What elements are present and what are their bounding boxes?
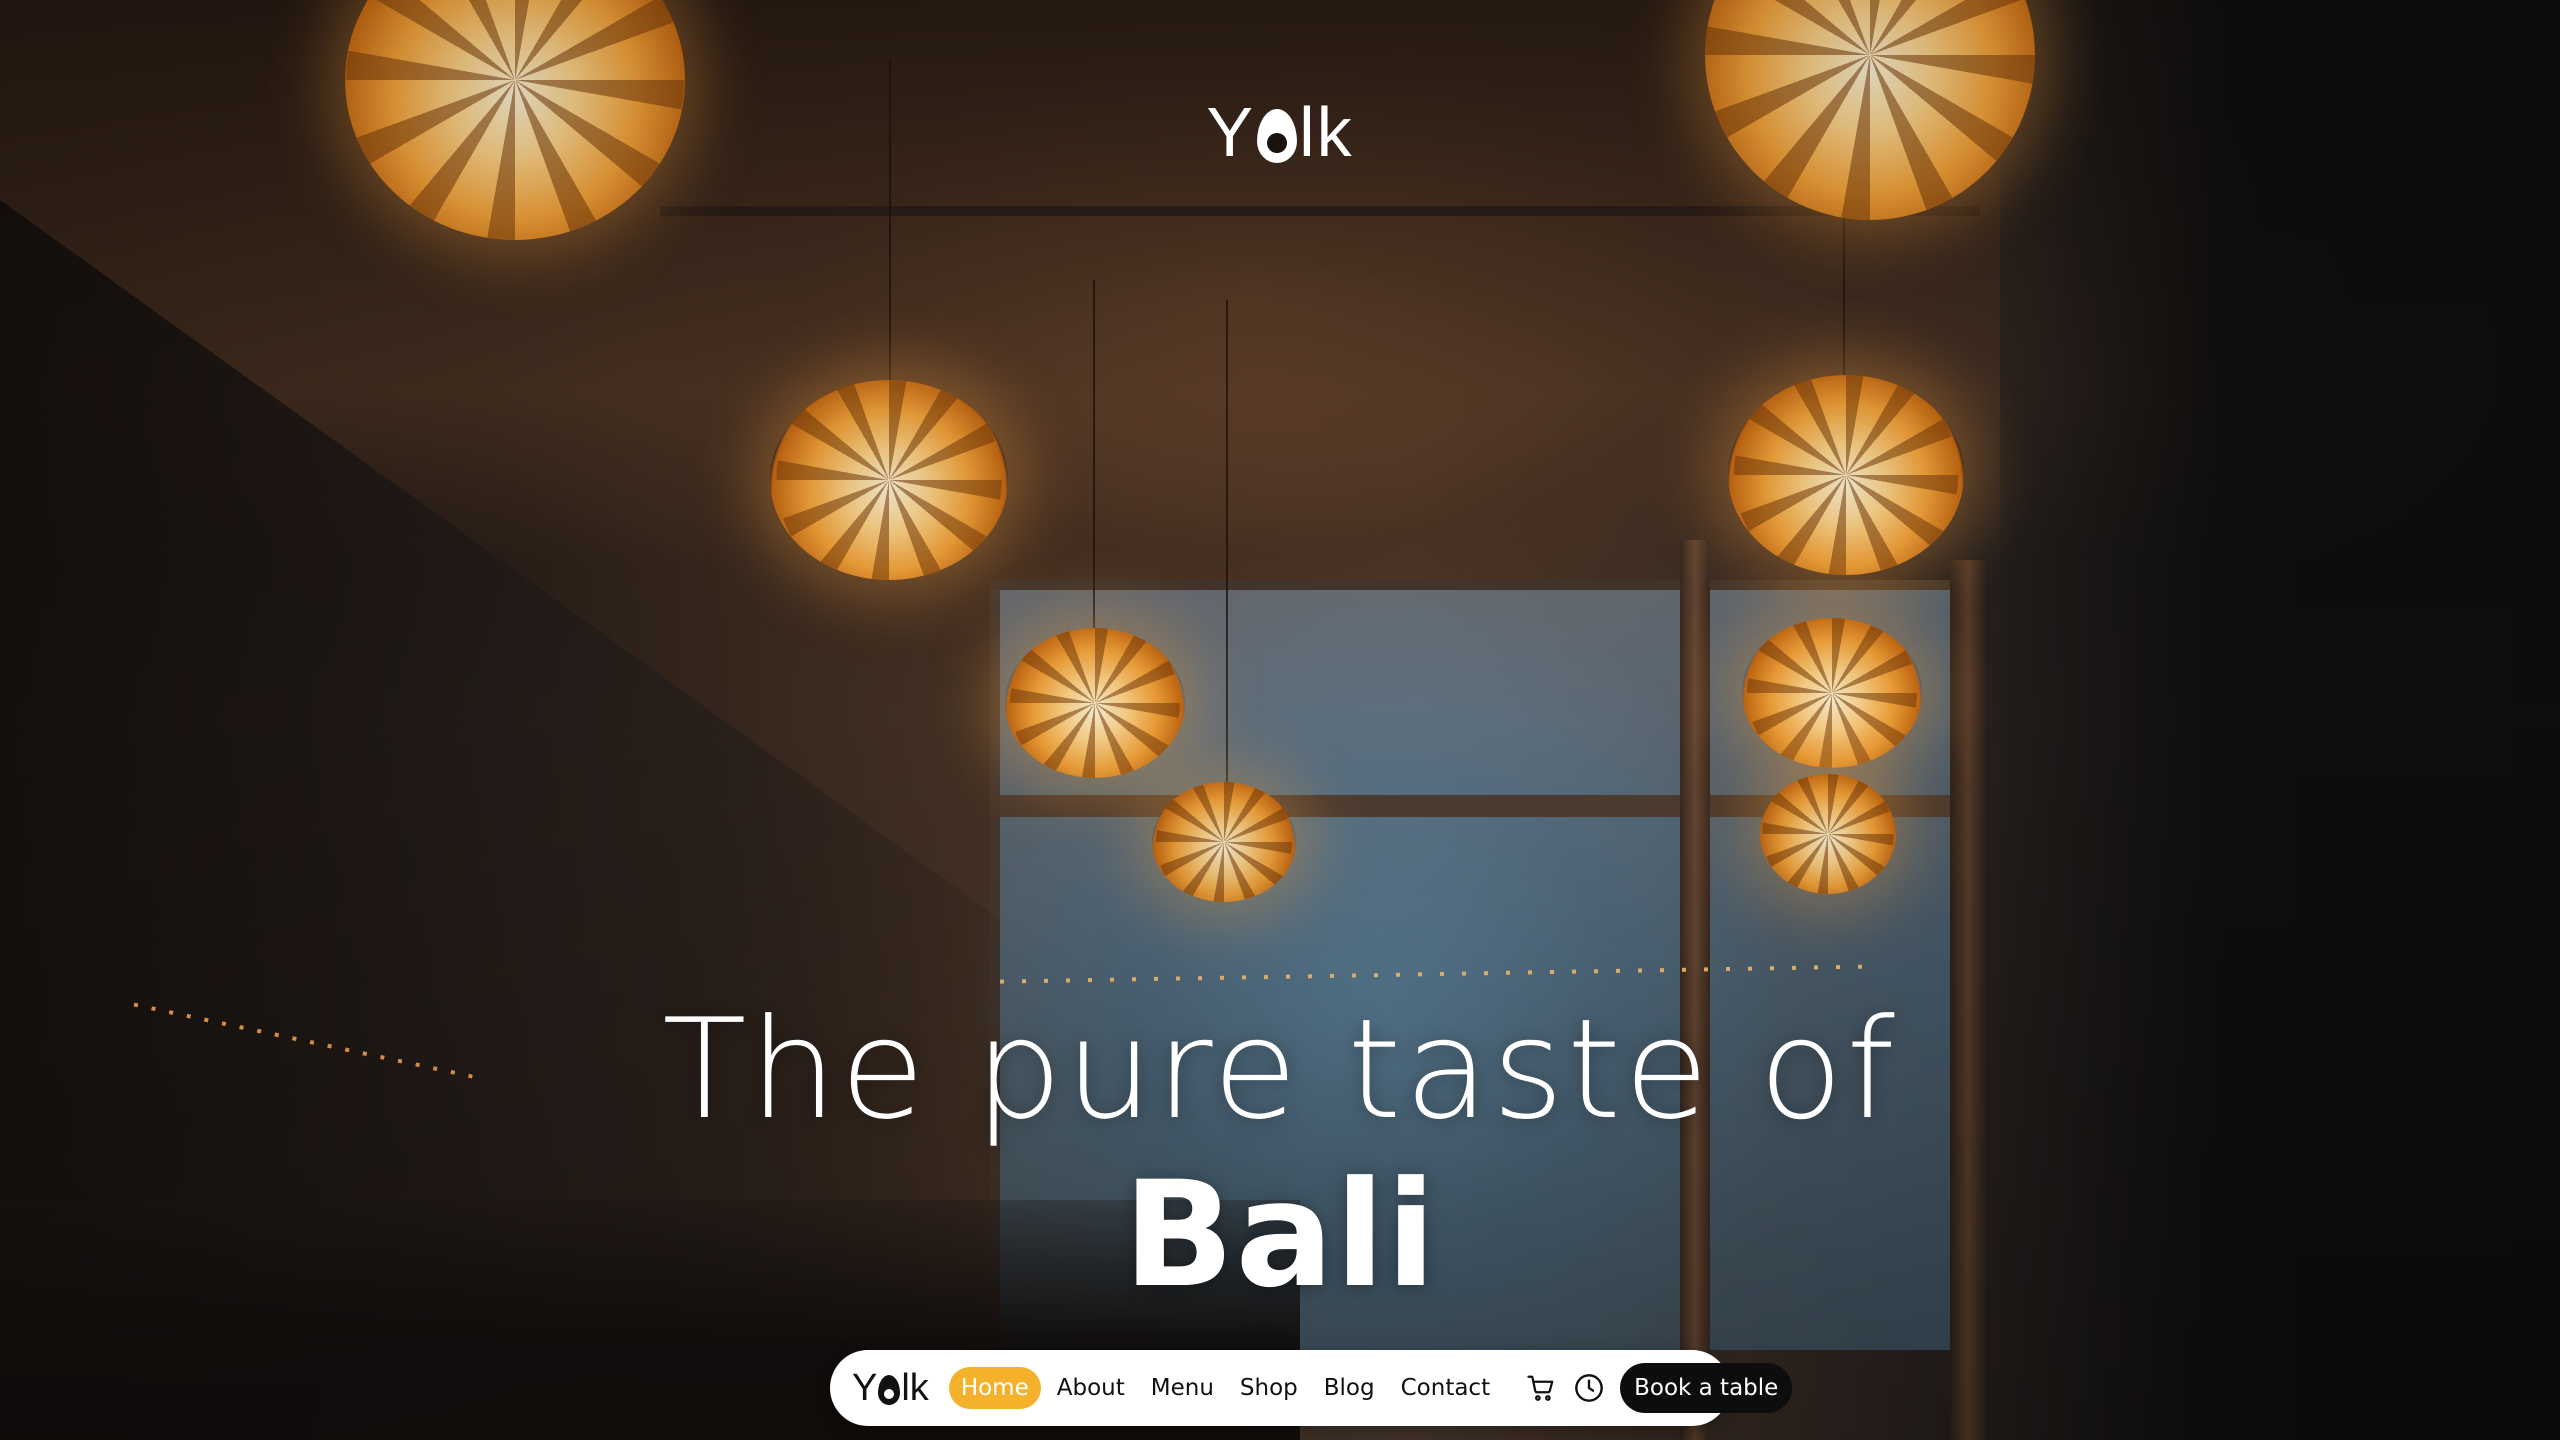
nav-logo[interactable]: Y lk: [844, 1367, 929, 1410]
nav-logo-prefix: Y: [852, 1366, 878, 1409]
bottom-navbar: Y lk Home About Menu Shop Blog Contact B…: [830, 1350, 1793, 1426]
nav-links: Home About Menu Shop Blog Contact: [948, 1367, 1500, 1409]
logo-text-suffix: lk: [1299, 93, 1354, 171]
nav-link-about[interactable]: About: [1047, 1367, 1135, 1409]
hero-headline: The pure taste of Bali: [600, 989, 1960, 1321]
nav-link-menu[interactable]: Menu: [1141, 1367, 1224, 1409]
nav-link-home[interactable]: Home: [948, 1367, 1041, 1409]
site-logo[interactable]: Y lk: [1200, 92, 1360, 172]
nav-link-blog[interactable]: Blog: [1314, 1367, 1385, 1409]
book-table-button[interactable]: Book a table: [1620, 1363, 1793, 1413]
nav-logo-suffix: lk: [901, 1366, 929, 1409]
cart-icon[interactable]: [1524, 1371, 1558, 1405]
nav-link-shop[interactable]: Shop: [1230, 1367, 1308, 1409]
clock-icon[interactable]: [1572, 1371, 1606, 1405]
egg-icon: [1257, 109, 1298, 163]
nav-link-contact[interactable]: Contact: [1391, 1367, 1500, 1409]
egg-icon: [878, 1375, 901, 1405]
nav-icons: [1524, 1371, 1606, 1405]
logo-text-prefix: Y: [1206, 93, 1256, 171]
headline-line-2: Bali: [1123, 1150, 1437, 1320]
headline-line-1: The pure taste of: [662, 989, 1898, 1150]
